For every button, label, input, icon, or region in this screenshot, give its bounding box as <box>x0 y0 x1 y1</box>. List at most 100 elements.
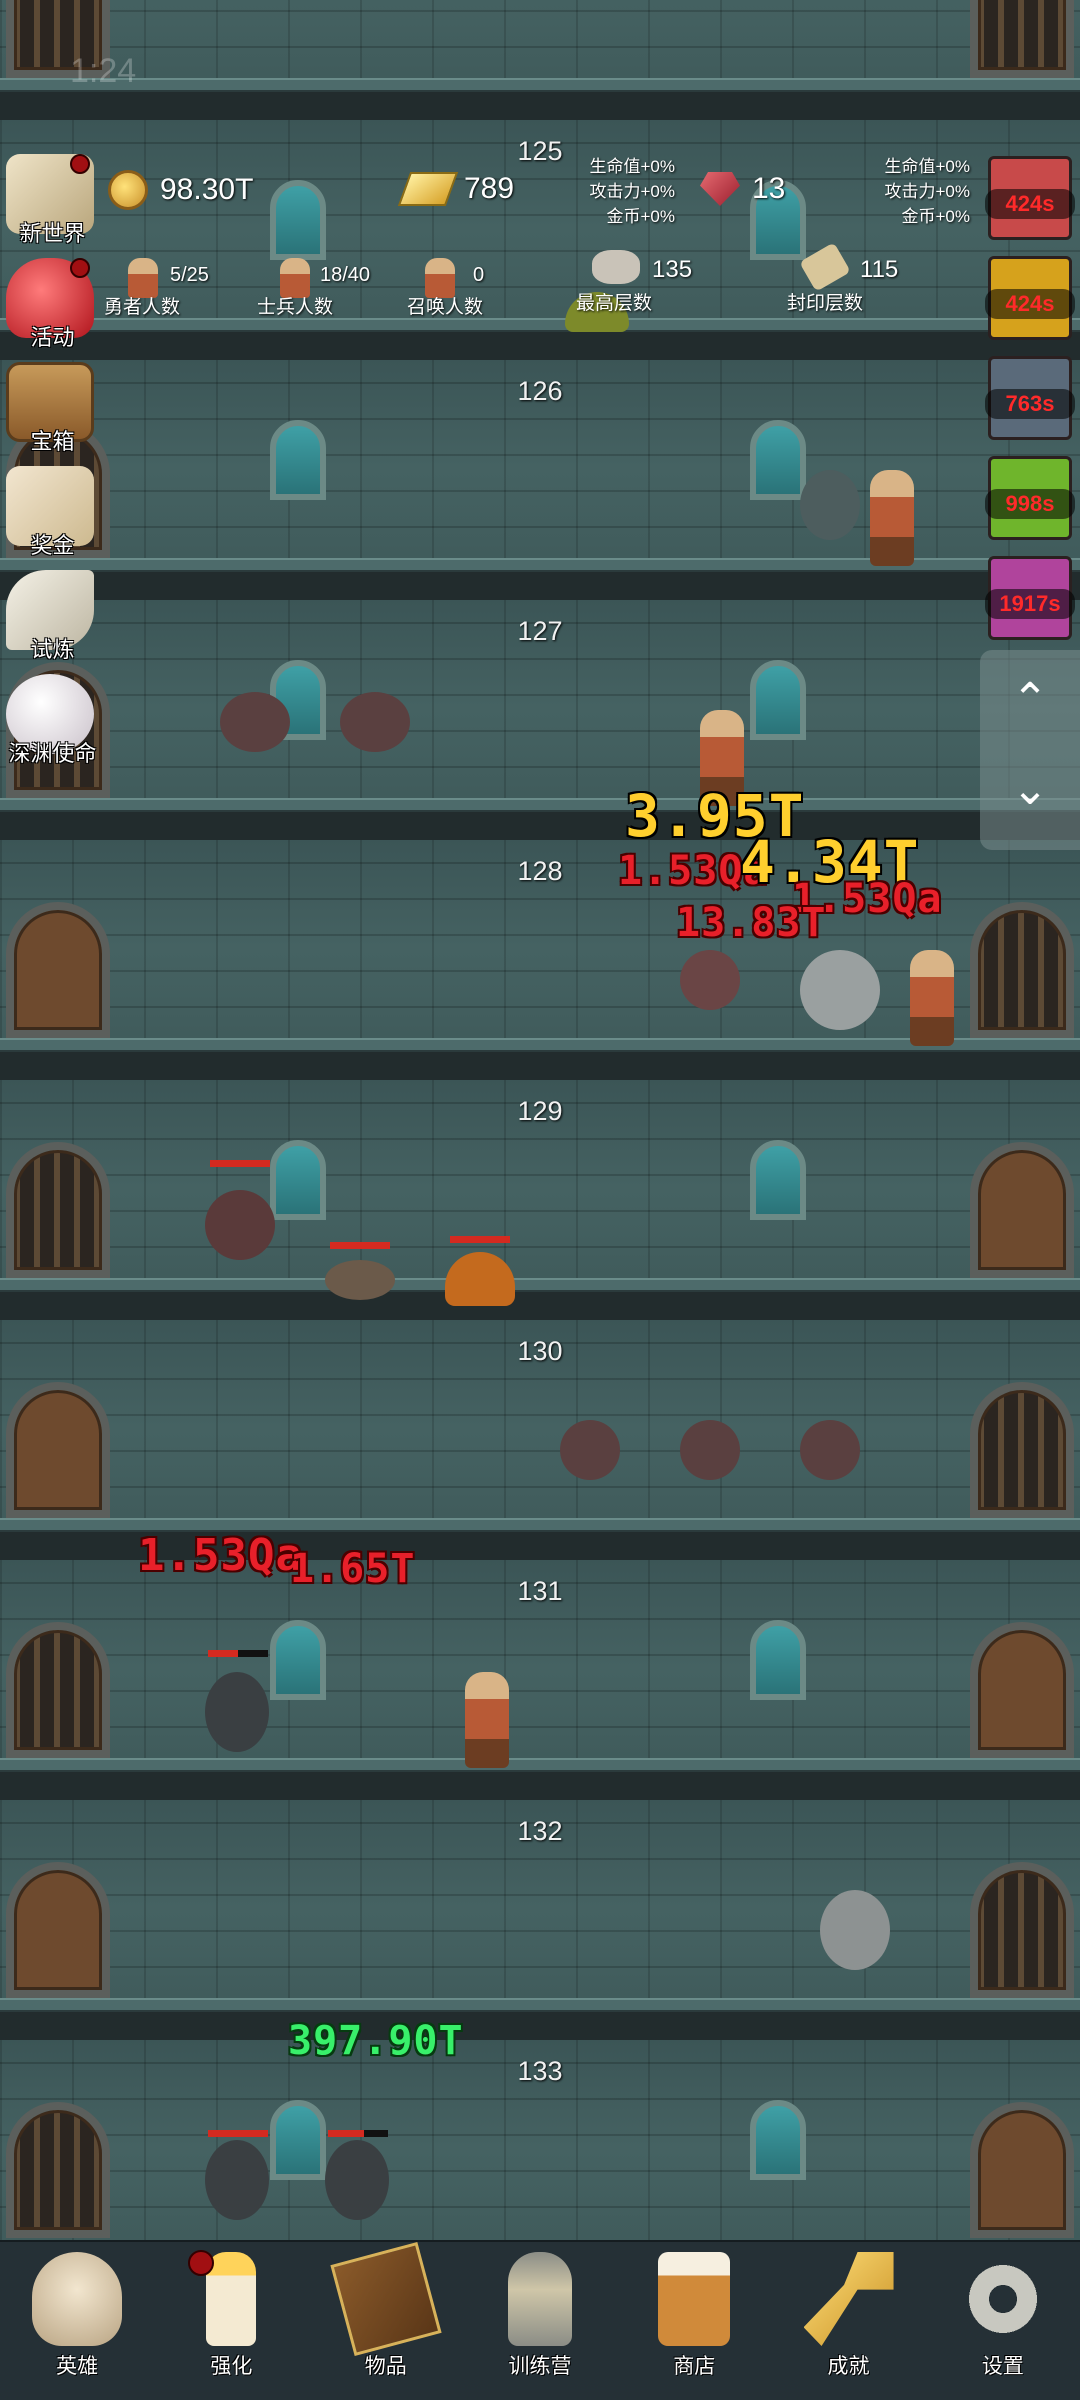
bonus-stats-left: 生命值+0% 攻击力+0% 金币+0% <box>589 157 676 226</box>
door <box>6 1382 110 1518</box>
stone-icon <box>592 250 640 284</box>
nav-upgrade[interactable]: 强化 <box>154 2242 308 2400</box>
nav-achievements[interactable]: 成就 <box>771 2242 925 2400</box>
bat-monster <box>340 692 410 752</box>
coin-icon <box>108 170 148 210</box>
door <box>6 2102 110 2238</box>
damage-number: 13.83T <box>676 900 827 946</box>
nav-shop[interactable]: 商店 <box>617 2242 771 2400</box>
damage-number: 1.65T <box>290 1546 416 1592</box>
gold-bar-icon <box>397 172 459 206</box>
ghost-monster <box>820 1890 890 1970</box>
slime-monster <box>445 1252 515 1306</box>
wraith-monster <box>325 2140 389 2220</box>
floor-130: 130 <box>0 1320 1080 1560</box>
monster-hp-bar <box>450 1236 510 1243</box>
beer-mug-icon <box>658 2252 731 2346</box>
potion-purple-icon[interactable]: 1917s <box>985 556 1075 640</box>
ghost-monster <box>800 950 880 1030</box>
potion-red-icon[interactable]: 424s <box>985 156 1075 240</box>
nav-settings[interactable]: 设置 <box>926 2242 1080 2400</box>
floor-number: 130 <box>517 1336 563 1366</box>
door <box>970 1622 1074 1758</box>
coin-value: 98.30T <box>160 173 254 206</box>
door <box>970 1862 1074 1998</box>
floor-number: 129 <box>517 1096 563 1126</box>
bat-monster <box>680 950 740 1010</box>
hero-sprite <box>465 1672 509 1768</box>
floor-number: 132 <box>517 1816 563 1846</box>
book-icon <box>330 2241 442 2357</box>
potion-green-icon[interactable]: 998s <box>985 456 1075 540</box>
timer-text: 1917s <box>985 589 1075 619</box>
floor-number: 127 <box>517 616 563 646</box>
squid-monster <box>800 470 860 540</box>
monster-hp-bar <box>328 2130 364 2137</box>
door <box>6 902 110 1038</box>
door <box>970 0 1074 78</box>
monster-hp-bar <box>208 1650 238 1657</box>
gem-value: 13 <box>752 172 786 205</box>
nav-items[interactable]: 物品 <box>309 2241 463 2400</box>
gem-icon <box>700 172 740 206</box>
bat-monster <box>560 1420 620 1480</box>
menu-bonus[interactable]: 奖金 <box>0 462 110 562</box>
floor-132: 132 <box>0 1800 1080 2040</box>
damage-number: 1.53Qa <box>138 1530 303 1581</box>
floor-partial <box>0 0 1080 120</box>
wraith-monster <box>205 2140 269 2220</box>
status-time: 1:24 <box>70 52 137 90</box>
notification-dot <box>70 258 90 278</box>
monster-hp-bar <box>210 1160 270 1167</box>
notification-dot <box>70 154 90 174</box>
floor-number: 126 <box>517 376 563 406</box>
nav-training-camp[interactable]: 训练营 <box>463 2242 617 2400</box>
damage-number: 397.90T <box>288 2018 464 2064</box>
door <box>970 1142 1074 1278</box>
wraith-monster <box>205 1672 269 1752</box>
floor-number: 133 <box>517 2056 563 2086</box>
door <box>970 902 1074 1038</box>
door <box>970 2102 1074 2238</box>
gold-counter: 789 <box>397 172 515 206</box>
potion-blue-icon[interactable]: 763s <box>985 356 1075 440</box>
bat-monster <box>680 1420 740 1480</box>
monster-hp-bar <box>208 2130 268 2137</box>
menu-events[interactable]: 活动 <box>0 254 110 354</box>
door <box>970 1382 1074 1518</box>
timer-text: 424s <box>985 189 1075 219</box>
bat-monster <box>800 1420 860 1480</box>
floor-129: 129 <box>0 1080 1080 1320</box>
timer-text: 424s <box>985 289 1075 319</box>
gem-counter: 13 <box>700 172 785 206</box>
skull-icon <box>32 2252 123 2346</box>
spider-monster <box>325 1260 395 1300</box>
menu-abyss-mission[interactable]: 深渊使命 <box>0 670 110 770</box>
door <box>6 1622 110 1758</box>
nav-heroes[interactable]: 英雄 <box>0 2242 154 2400</box>
door <box>6 1862 110 1998</box>
key-icon <box>803 2252 894 2346</box>
floor-scroll-control: ⌃ ⌄ <box>980 650 1080 850</box>
potion-gold-icon[interactable]: 424s <box>985 256 1075 340</box>
bonus-stats-right: 生命值+0% 攻击力+0% 金币+0% <box>884 157 971 226</box>
timer-text: 998s <box>985 489 1075 519</box>
menu-new-world[interactable]: 新世界 <box>0 150 110 250</box>
scroll-down-button[interactable]: ⌄ <box>1005 768 1055 812</box>
lantern-icon <box>507 2252 572 2346</box>
bat-monster <box>220 692 290 752</box>
hero-sprite <box>870 470 914 566</box>
floor-131: 131 <box>0 1560 1080 1800</box>
scroll-up-button[interactable]: ⌃ <box>1005 678 1055 722</box>
floor-127: 127 <box>0 600 1080 840</box>
gear-icon <box>957 2252 1048 2346</box>
floor-126: 126 <box>0 360 1080 600</box>
gold-value: 789 <box>464 172 515 205</box>
bat-monster <box>205 1190 275 1260</box>
monster-hp-bar <box>330 1242 390 1249</box>
menu-trial[interactable]: 试炼 <box>0 566 110 666</box>
bottom-nav: 英雄 强化 物品 训练营 商店 成就 设置 <box>0 2240 1080 2400</box>
menu-treasure-chest[interactable]: 宝箱 <box>0 358 110 458</box>
door <box>6 1142 110 1278</box>
tower-view[interactable]: 125 126 127 128 129 130 131 132 133 <box>0 0 1080 2240</box>
